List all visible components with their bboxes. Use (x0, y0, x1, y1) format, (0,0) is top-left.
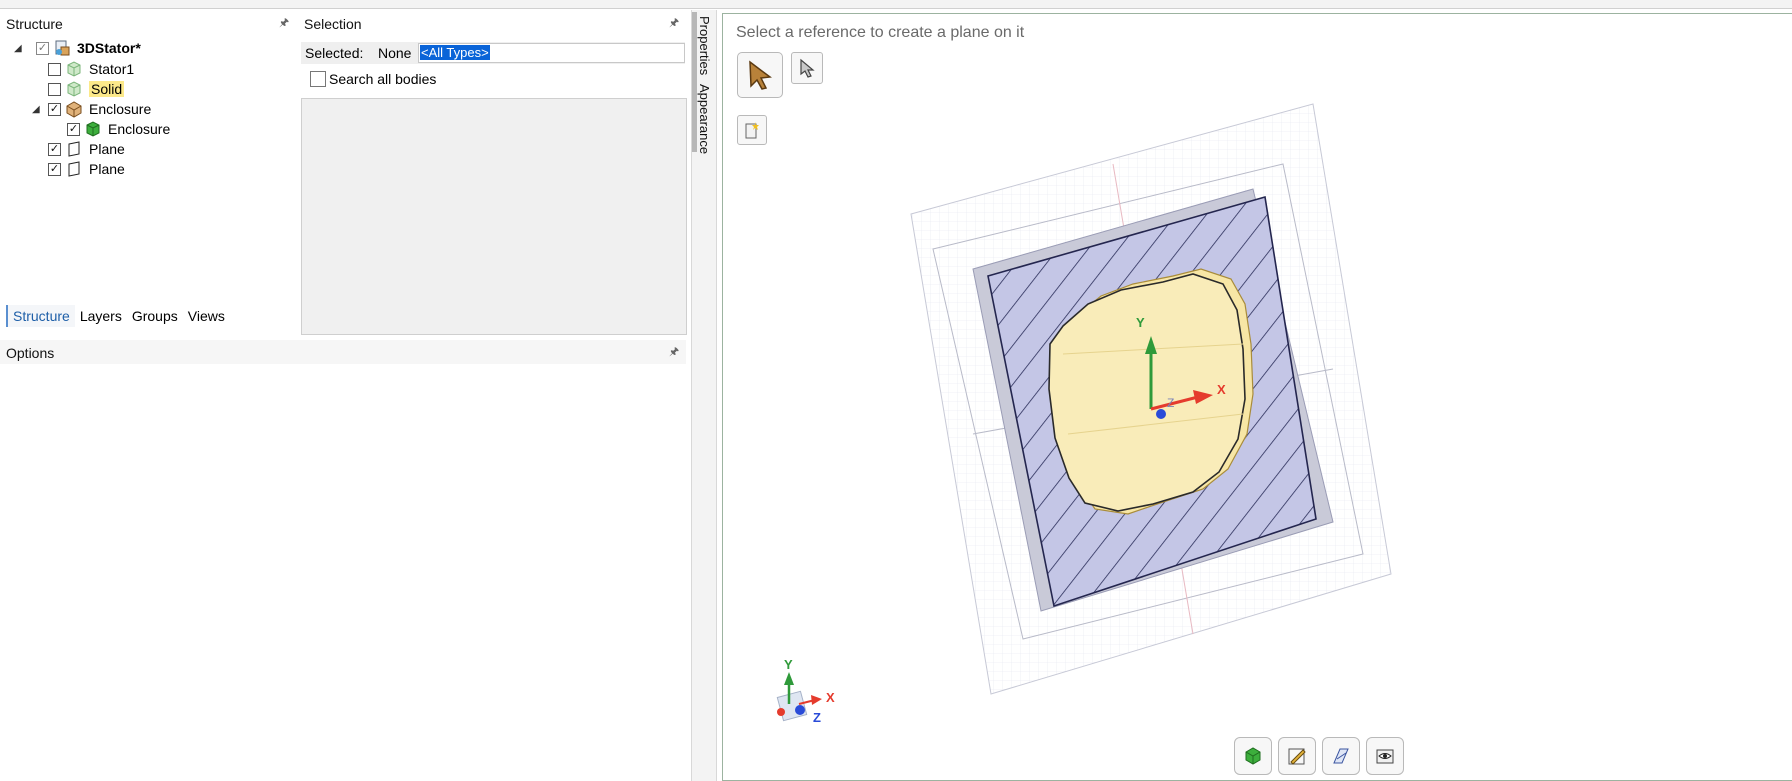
triad-x-label: X (826, 690, 835, 705)
tree-item-label: Enclosure (108, 121, 171, 137)
display-eye-icon (1376, 749, 1394, 764)
solid-cube-icon (1245, 747, 1261, 765)
tree-item-enclosure-body[interactable]: ✓ Enclosure (67, 119, 170, 139)
tree-item-plane-1[interactable]: ✓ Plane (48, 139, 125, 159)
selection-pin-icon[interactable]: 🖈 (669, 14, 679, 33)
sketch-pencil-icon (1288, 748, 1306, 765)
section-plane-icon (1333, 748, 1349, 764)
tree-item-3dstator[interactable]: ◢ ✓ 3DStator* (14, 38, 141, 58)
tree-item-label: Enclosure (89, 101, 152, 117)
scene-axis-y-label: Y (1136, 315, 1145, 330)
options-header (0, 340, 686, 364)
tree-checkbox[interactable]: ✓ (48, 142, 61, 156)
selection-panel-title: Selection (304, 16, 362, 32)
design-viewport[interactable]: Select a reference to create a plane on … (722, 13, 1792, 781)
tree-item-label: 3DStator* (77, 40, 141, 56)
sketch-mode-button[interactable] (1278, 737, 1316, 775)
triad-y-label: Y (784, 657, 793, 672)
type-filter-input[interactable]: <All Types> (418, 43, 685, 63)
tree-checkbox[interactable]: ✓ (48, 162, 61, 176)
tree-item-enclosure-component[interactable]: ◢ ✓ Enclosure (32, 99, 151, 119)
display-mode-button[interactable] (1366, 737, 1404, 775)
tree-item-label: Plane (89, 161, 125, 177)
tree-item-stator1[interactable]: Stator1 (48, 59, 134, 79)
options-panel-title: Options (6, 345, 55, 361)
section-mode-button[interactable] (1322, 737, 1360, 775)
tab-groups[interactable]: Groups (127, 305, 183, 327)
structure-tabs: Structure Layers Groups Views (6, 305, 230, 327)
selected-value: None (378, 45, 412, 61)
scene-axis-z-label: Z (1167, 396, 1174, 410)
selection-results-list[interactable] (301, 98, 687, 335)
collapse-arrow-icon[interactable]: ◢ (14, 43, 26, 54)
tree-item-plane-2[interactable]: ✓ Plane (48, 159, 125, 179)
solid-body-green-icon (86, 121, 100, 137)
tab-layers[interactable]: Layers (75, 305, 127, 327)
structure-pin-icon[interactable]: 🖈 (279, 14, 289, 33)
tab-views[interactable]: Views (183, 305, 230, 327)
search-all-bodies-checkbox[interactable] (310, 71, 326, 87)
tree-checkbox[interactable] (48, 82, 61, 96)
tab-appearance[interactable]: Appearance (697, 84, 712, 154)
tree-item-label: Plane (89, 141, 125, 157)
structure-panel-title: Structure (6, 16, 63, 32)
collapse-arrow-icon[interactable]: ◢ (32, 104, 44, 115)
type-filter-value: <All Types> (420, 45, 490, 60)
search-all-bodies-label: Search all bodies (329, 71, 437, 87)
options-pin-icon[interactable]: 🖈 (669, 343, 679, 362)
selected-label: Selected: (305, 45, 364, 61)
tree-checkbox[interactable]: ✓ (36, 41, 49, 55)
tab-structure[interactable]: Structure (6, 305, 75, 327)
tree-item-label: Stator1 (89, 61, 135, 77)
scene-canvas: Y X Z Y X Z (776, 103, 1392, 725)
tree-item-label: Solid (89, 81, 125, 97)
component-icon (66, 101, 82, 118)
tab-properties[interactable]: Properties (697, 16, 712, 75)
tree-item-solid[interactable]: Solid (48, 79, 125, 99)
top-strip (0, 0, 1792, 9)
solid-body-icon (67, 61, 81, 77)
plane-icon (68, 161, 80, 177)
triad-z-label: Z (813, 710, 821, 725)
tree-checkbox[interactable]: ✓ (48, 102, 61, 116)
document-assembly-icon (55, 40, 70, 56)
tree-checkbox[interactable]: ✓ (67, 122, 80, 136)
scene-axis-x-label: X (1217, 382, 1226, 397)
solid-mode-button[interactable] (1234, 737, 1272, 775)
solid-body-icon (67, 81, 81, 97)
plane-icon (68, 141, 80, 157)
search-all-bodies-option[interactable]: Search all bodies (310, 71, 436, 87)
tree-checkbox[interactable] (48, 62, 61, 76)
